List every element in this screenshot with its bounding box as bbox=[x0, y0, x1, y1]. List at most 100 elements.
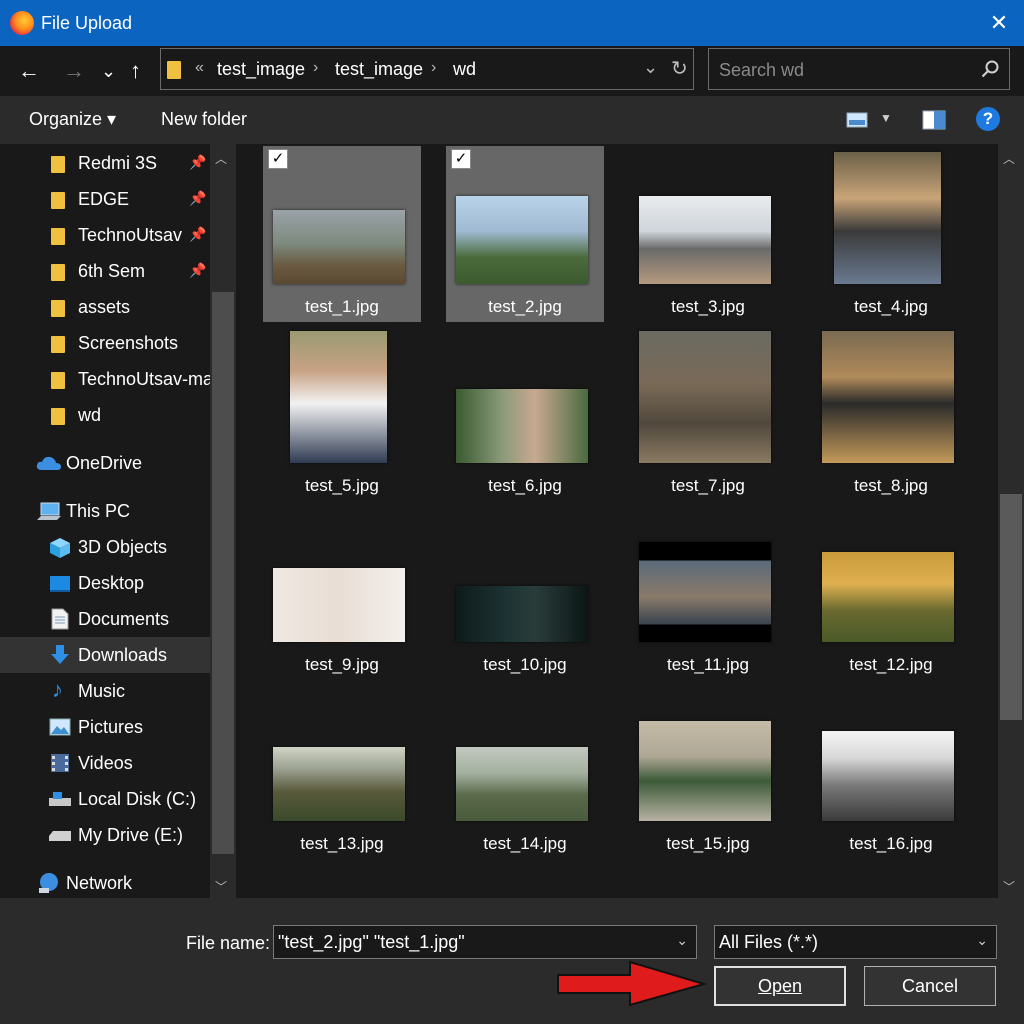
file-tile-test-6[interactable]: test_6.jpg bbox=[446, 325, 604, 501]
thumbnail-image bbox=[639, 196, 771, 284]
view-dropdown-icon[interactable]: ▼ bbox=[880, 111, 892, 125]
file-tile-test-13[interactable]: test_13.jpg bbox=[263, 683, 421, 859]
file-name-label: test_13.jpg bbox=[300, 834, 384, 853]
checkbox[interactable]: ✓ bbox=[451, 149, 471, 169]
sidebar-item-edge[interactable]: EDGE 📌 bbox=[0, 181, 210, 217]
sidebar-item-label: assets bbox=[78, 297, 131, 317]
file-name-label: test_2.jpg bbox=[488, 297, 562, 316]
sidebar-item-desktop[interactable]: Desktop bbox=[0, 565, 210, 601]
file-tile-test-14[interactable]: test_14.jpg bbox=[446, 683, 604, 859]
sidebar-item-assets[interactable]: assets bbox=[0, 289, 210, 325]
pc-icon bbox=[37, 502, 61, 520]
address-bar[interactable]: « test_image › test_image › wd ⌄ ↻ bbox=[160, 48, 694, 90]
sidebar-item-documents[interactable]: Documents bbox=[0, 601, 210, 637]
overflow-chevron[interactable]: « bbox=[195, 59, 204, 77]
search-icon[interactable] bbox=[981, 60, 999, 78]
file-tile-test-7[interactable]: test_7.jpg bbox=[629, 325, 787, 501]
sidebar-item-screenshots[interactable]: Screenshots bbox=[0, 325, 210, 361]
folder-icon bbox=[51, 228, 65, 245]
scroll-up-icon[interactable]: ︿ bbox=[1003, 150, 1015, 167]
document-icon bbox=[51, 608, 69, 630]
refresh-button[interactable]: ↻ bbox=[671, 56, 688, 81]
file-name-value[interactable]: "test_2.jpg" "test_1.jpg" bbox=[278, 932, 465, 953]
file-name-label: test_9.jpg bbox=[305, 655, 379, 674]
sidebar-item-videos[interactable]: Videos bbox=[0, 745, 210, 781]
navigation-pane[interactable]: Redmi 3S 📌 EDGE 📌 TechnoUtsav 📌 6th Sem … bbox=[0, 144, 236, 898]
navigation-bar: ← → ⌄ ↑ « test_image › test_image › wd ⌄… bbox=[0, 46, 1024, 96]
chevron-down-icon[interactable]: ⌄ bbox=[676, 932, 688, 949]
breadcrumb-wd[interactable]: wd bbox=[453, 59, 476, 80]
view-options-icon[interactable] bbox=[846, 112, 868, 128]
close-button[interactable]: ✕ bbox=[986, 10, 1012, 36]
file-tile-test-4[interactable]: test_4.jpg bbox=[812, 146, 970, 322]
sidebar-item-pictures[interactable]: Pictures bbox=[0, 709, 210, 745]
address-dropdown-button[interactable]: ⌄ bbox=[643, 57, 658, 78]
file-tile-test-5[interactable]: test_5.jpg bbox=[263, 325, 421, 501]
file-tile-test-3[interactable]: test_3.jpg bbox=[629, 146, 787, 322]
sidebar-item-music[interactable]: ♪ Music bbox=[0, 673, 210, 709]
sidebar-scrollbar-thumb[interactable] bbox=[212, 292, 234, 854]
search-box[interactable]: Search wd bbox=[708, 48, 1010, 90]
thumbnail-image bbox=[639, 721, 771, 821]
file-name-label: File name: bbox=[186, 933, 271, 953]
file-tile-test-2[interactable]: ✓ test_2.jpg bbox=[446, 146, 604, 322]
sidebar-item-onedrive[interactable]: OneDrive bbox=[0, 445, 210, 481]
file-tile-test-8[interactable]: test_8.jpg bbox=[812, 325, 970, 501]
thumbnail-image bbox=[822, 552, 954, 642]
file-name-input[interactable]: "test_2.jpg" "test_1.jpg" ⌄ bbox=[273, 925, 697, 959]
file-tile-test-11[interactable]: test_11.jpg bbox=[629, 504, 787, 680]
breadcrumb-separator[interactable]: › bbox=[431, 59, 436, 77]
sidebar-item-downloads[interactable]: Downloads bbox=[0, 637, 210, 673]
folder-icon bbox=[51, 336, 65, 353]
music-icon: ♪ bbox=[52, 677, 63, 702]
sidebar-item-local-disk-c[interactable]: Local Disk (C:) bbox=[0, 781, 210, 817]
organize-button[interactable]: Organize ▾ bbox=[29, 109, 116, 130]
sidebar-item-network[interactable]: Network bbox=[0, 865, 210, 898]
search-input[interactable]: Search wd bbox=[719, 60, 804, 81]
sidebar-item-this-pc[interactable]: This PC bbox=[0, 493, 210, 529]
content-scrollbar-thumb[interactable] bbox=[1000, 494, 1022, 720]
help-icon[interactable]: ? bbox=[976, 107, 1000, 131]
file-tile-test-15[interactable]: test_15.jpg bbox=[629, 683, 787, 859]
sidebar-item-technoutsav[interactable]: TechnoUtsav 📌 bbox=[0, 217, 210, 253]
folder-icon bbox=[51, 300, 65, 317]
sidebar-item-redmi-3s[interactable]: Redmi 3S 📌 bbox=[0, 145, 210, 181]
chevron-down-icon[interactable]: ⌄ bbox=[976, 932, 988, 949]
breadcrumb-test-image[interactable]: test_image bbox=[217, 59, 305, 80]
sidebar-item-my-drive-e[interactable]: My Drive (E:) bbox=[0, 817, 210, 853]
sidebar-item-wd[interactable]: wd bbox=[0, 397, 210, 433]
sidebar-item-label: wd bbox=[78, 405, 102, 425]
back-button[interactable]: ← bbox=[18, 58, 40, 84]
scroll-down-icon[interactable]: ﹀ bbox=[1003, 878, 1015, 895]
file-name-label: test_12.jpg bbox=[849, 655, 933, 674]
file-tile-test-1[interactable]: ✓ test_1.jpg bbox=[263, 146, 421, 322]
file-tile-test-10[interactable]: test_10.jpg bbox=[446, 504, 604, 680]
thumbnail-image bbox=[834, 152, 941, 284]
file-grid[interactable]: ✓ test_1.jpg ✓ test_2.jpg test_3.jpg tes… bbox=[236, 144, 998, 898]
preview-pane-icon[interactable] bbox=[922, 110, 946, 130]
cancel-button[interactable]: Cancel bbox=[864, 966, 996, 1006]
cube-icon bbox=[50, 538, 70, 558]
thumbnail-image bbox=[273, 568, 405, 642]
folder-icon bbox=[51, 372, 65, 389]
file-name-label: test_1.jpg bbox=[305, 297, 379, 316]
new-folder-button[interactable]: New folder bbox=[161, 109, 247, 130]
open-button[interactable]: Open bbox=[714, 966, 846, 1006]
breadcrumb-test-image-2[interactable]: test_image bbox=[335, 59, 423, 80]
breadcrumb-separator[interactable]: › bbox=[313, 59, 318, 77]
file-type-select[interactable]: All Files (*.*) ⌄ bbox=[714, 925, 997, 959]
sidebar-item-6th-sem[interactable]: 6th Sem 📌 bbox=[0, 253, 210, 289]
file-tile-test-16[interactable]: test_16.jpg bbox=[812, 683, 970, 859]
forward-button[interactable]: → bbox=[63, 58, 85, 84]
sidebar-item-label: 3D Objects bbox=[78, 537, 168, 557]
file-tile-test-9[interactable]: test_9.jpg bbox=[263, 504, 421, 680]
recent-locations-button[interactable]: ⌄ bbox=[101, 58, 116, 84]
sidebar-scroll-down-icon[interactable]: ﹀ bbox=[215, 878, 227, 895]
up-button[interactable]: ↑ bbox=[130, 58, 141, 84]
checkbox[interactable]: ✓ bbox=[268, 149, 288, 169]
sidebar-scroll-up-icon[interactable]: ︿ bbox=[215, 150, 227, 167]
sidebar-item-3d-objects[interactable]: 3D Objects bbox=[0, 529, 210, 565]
drive-icon bbox=[49, 792, 71, 806]
file-tile-test-12[interactable]: test_12.jpg bbox=[812, 504, 970, 680]
sidebar-item-technoutsav-ma[interactable]: TechnoUtsav-ma bbox=[0, 361, 213, 397]
